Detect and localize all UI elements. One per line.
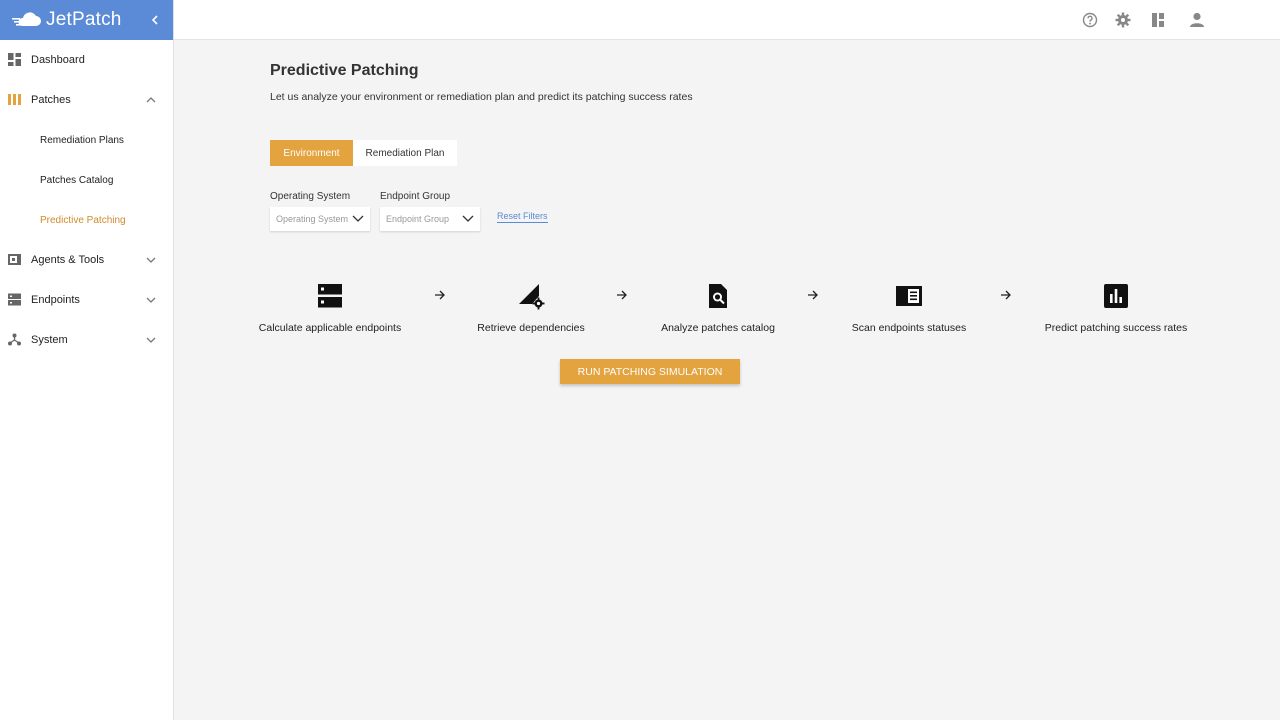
columns-icon[interactable] bbox=[1149, 11, 1167, 29]
os-filter-label: Operating System bbox=[270, 191, 351, 202]
arrow-right-icon bbox=[1001, 290, 1011, 300]
signal-settings-icon bbox=[519, 284, 545, 310]
sidebar-item-agents-tools[interactable]: Agents & Tools bbox=[0, 240, 174, 280]
sidebar-item-system[interactable]: System bbox=[0, 320, 174, 360]
step-label: Retrieve dependencies bbox=[477, 322, 585, 334]
step-analyze-catalog: Analyze patches catalog bbox=[661, 282, 775, 334]
sidebar-item-label: Agents & Tools bbox=[31, 254, 105, 266]
sidebar-item-endpoints[interactable]: Endpoints bbox=[0, 280, 174, 320]
chrome-reader-icon bbox=[896, 286, 922, 306]
os-select[interactable]: Operating System bbox=[270, 207, 370, 231]
tab-bar: Environment Remediation Plan bbox=[270, 140, 457, 166]
sidebar-item-label: System bbox=[31, 334, 68, 346]
help-icon[interactable] bbox=[1081, 11, 1099, 29]
top-bar bbox=[174, 0, 1280, 40]
step-label: Calculate applicable endpoints bbox=[258, 322, 402, 334]
step-label: Analyze patches catalog bbox=[661, 322, 775, 334]
os-select-placeholder: Operating System bbox=[276, 214, 349, 224]
step-scan-statuses: Scan endpoints statuses bbox=[852, 282, 966, 334]
arrow-right-icon bbox=[808, 290, 818, 300]
sidebar: JetPatch Dashboard Patches Remediation P… bbox=[0, 0, 174, 720]
server-icon bbox=[318, 284, 342, 308]
tab-remediation-plan[interactable]: Remediation Plan bbox=[353, 140, 457, 166]
step-calculate-endpoints: Calculate applicable endpoints bbox=[259, 282, 401, 334]
sidebar-item-remediation-plans[interactable]: Remediation Plans bbox=[0, 120, 174, 160]
system-icon bbox=[8, 333, 21, 346]
arrow-right-icon bbox=[617, 290, 627, 300]
agents-icon bbox=[8, 254, 21, 265]
step-label: Scan endpoints statuses bbox=[851, 322, 967, 334]
step-retrieve-dependencies: Retrieve dependencies bbox=[477, 282, 585, 334]
gear-icon[interactable] bbox=[1114, 11, 1132, 29]
group-filter-label: Endpoint Group bbox=[380, 191, 451, 202]
run-simulation-button[interactable]: RUN PATCHING SIMULATION bbox=[560, 359, 740, 384]
sidebar-item-label: Patches bbox=[31, 94, 71, 106]
chevron-down-icon bbox=[462, 215, 474, 222]
tab-environment[interactable]: Environment bbox=[270, 140, 353, 166]
main-content: Predictive Patching Let us analyze your … bbox=[174, 41, 1280, 720]
sidebar-item-patches-catalog[interactable]: Patches Catalog bbox=[0, 160, 174, 200]
sidebar-item-patches[interactable]: Patches bbox=[0, 80, 174, 120]
chevron-up-icon bbox=[146, 97, 156, 103]
group-select-placeholder: Endpoint Group bbox=[386, 214, 450, 224]
endpoint-group-select[interactable]: Endpoint Group bbox=[380, 207, 480, 231]
sidebar-item-dashboard[interactable]: Dashboard bbox=[0, 40, 174, 80]
search-file-icon bbox=[709, 284, 727, 308]
page-title: Predictive Patching bbox=[270, 62, 419, 79]
cloud-logo-icon bbox=[12, 12, 42, 28]
page-subtitle: Let us analyze your environment or remed… bbox=[270, 91, 693, 103]
chevron-left-icon[interactable] bbox=[147, 12, 163, 28]
chevron-down-icon bbox=[146, 297, 156, 303]
chevron-down-icon bbox=[146, 257, 156, 263]
dashboard-icon bbox=[8, 53, 21, 66]
sidebar-item-label: Dashboard bbox=[31, 54, 85, 66]
step-label: Predict patching success rates bbox=[1044, 322, 1188, 334]
user-icon[interactable] bbox=[1188, 11, 1206, 29]
bar-chart-icon bbox=[1104, 284, 1128, 308]
brand-name: JetPatch bbox=[46, 9, 122, 30]
reset-filters-link[interactable]: Reset Filters bbox=[497, 211, 548, 223]
chevron-down-icon bbox=[352, 215, 364, 222]
chevron-down-icon bbox=[146, 337, 156, 343]
arrow-right-icon bbox=[435, 290, 445, 300]
patches-icon bbox=[8, 94, 21, 105]
sidebar-item-label: Endpoints bbox=[31, 294, 80, 306]
sidebar-item-predictive-patching[interactable]: Predictive Patching bbox=[0, 200, 174, 240]
step-predict-success: Predict patching success rates bbox=[1045, 282, 1187, 334]
endpoints-icon bbox=[8, 293, 21, 306]
brand-header: JetPatch bbox=[0, 0, 173, 40]
